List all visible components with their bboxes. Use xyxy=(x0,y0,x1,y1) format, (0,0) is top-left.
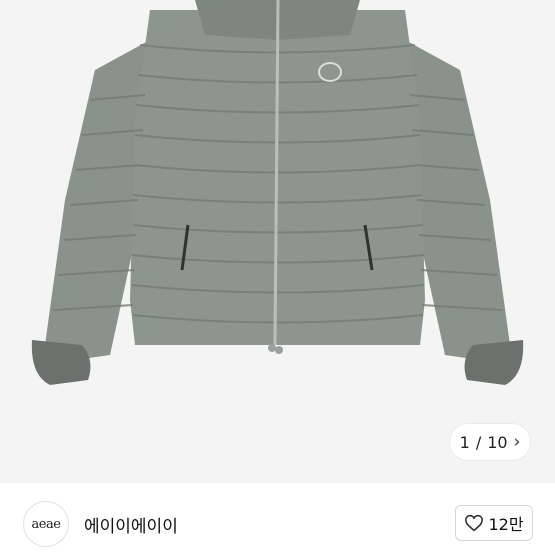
puffer-jacket-illustration xyxy=(31,0,524,385)
product-image[interactable]: 1 / 10 › xyxy=(0,0,555,483)
pager-separator: / xyxy=(475,432,482,452)
avatar-logo-text: aeae xyxy=(31,516,61,532)
chevron-right-icon: › xyxy=(513,432,521,452)
pager-current: 1 xyxy=(459,432,470,452)
pager-total: 10 xyxy=(487,432,508,452)
image-pager[interactable]: 1 / 10 › xyxy=(450,424,530,460)
heart-icon xyxy=(465,514,484,532)
seller-avatar[interactable]: aeae xyxy=(23,501,69,547)
seller-name[interactable]: 에이이에이이 xyxy=(84,512,178,537)
like-button[interactable]: 12만 xyxy=(455,505,533,541)
like-count: 12만 xyxy=(488,515,524,534)
